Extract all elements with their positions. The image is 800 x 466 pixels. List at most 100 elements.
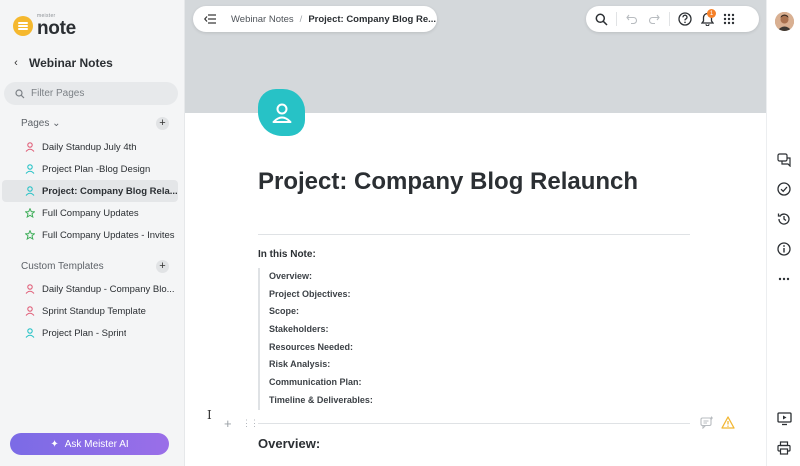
templates-label: Custom Templates — [21, 260, 104, 272]
sidebar-page-label: Project: Company Blog Rela... — [42, 185, 178, 197]
star-icon — [25, 208, 35, 218]
ai-search-icon: ✦ — [50, 438, 59, 450]
history-icon — [777, 213, 790, 225]
breadcrumb-bar: Webinar Notes / Project: Company Blog Re… — [193, 6, 437, 32]
toolbar-divider — [669, 12, 670, 26]
tasks-button[interactable] — [775, 180, 793, 198]
sidebar: meister note ‹ Webinar Notes Pages ⌄ + D… — [0, 0, 185, 466]
notification-badge: 1 — [707, 9, 716, 18]
chevron-left-icon[interactable]: ‹ — [9, 56, 23, 70]
check-circle-icon — [777, 182, 791, 196]
back-to-parent[interactable]: ‹ Webinar Notes — [9, 56, 113, 70]
drag-handle-icon[interactable]: ⋮⋮ — [242, 418, 259, 429]
info-icon — [777, 242, 791, 256]
filter-pages[interactable] — [4, 82, 178, 105]
sidebar-page-label: Daily Standup July 4th — [42, 141, 137, 153]
sidebar-template-item[interactable]: Sprint Standup Template — [2, 300, 178, 322]
apps-button[interactable] — [718, 8, 740, 30]
undo-icon — [626, 14, 637, 24]
help-button[interactable] — [674, 8, 696, 30]
templates-section: Custom Templates + Daily Standup - Compa… — [0, 258, 185, 344]
person-icon — [25, 142, 35, 152]
notifications-button[interactable]: 1 — [696, 8, 718, 30]
sidebar-page-item[interactable]: Daily Standup July 4th — [2, 136, 178, 158]
warning-icon[interactable] — [721, 416, 735, 434]
search-icon — [15, 88, 25, 98]
search-icon — [595, 13, 608, 26]
top-toolbar: 1 — [586, 6, 759, 32]
pages-section-toggle[interactable]: Pages ⌄ — [21, 118, 61, 129]
sidebar-page-item[interactable]: Full Company Updates - Invites — [2, 224, 178, 246]
divider — [258, 234, 690, 235]
sidebar-template-label: Project Plan - Sprint — [42, 327, 127, 339]
collapse-sidebar-icon[interactable] — [199, 10, 221, 28]
toc-item[interactable]: Risk Analysis: — [269, 356, 373, 374]
page-icon[interactable] — [258, 89, 305, 136]
section-heading[interactable]: Overview: — [258, 436, 320, 451]
breadcrumb-separator: / — [299, 13, 303, 25]
person-icon — [272, 103, 291, 123]
sidebar-template-item[interactable]: Daily Standup - Company Blo... — [2, 278, 178, 300]
undo-button[interactable] — [621, 8, 643, 30]
sidebar-template-label: Sprint Standup Template — [42, 305, 146, 317]
toc-item[interactable]: Scope: — [269, 303, 373, 321]
presentation-icon — [776, 412, 792, 426]
parent-title: Webinar Notes — [29, 56, 113, 70]
add-template-button[interactable]: + — [156, 259, 169, 273]
grid-icon — [723, 13, 735, 25]
sidebar-template-label: Daily Standup - Company Blo... — [42, 283, 175, 295]
more-horizontal-icon — [778, 277, 790, 281]
breadcrumb-current: Project: Company Blog Re... — [308, 13, 437, 25]
chevron-down-icon: ⌄ — [52, 117, 61, 129]
toc-item[interactable]: Communication Plan: — [269, 374, 373, 392]
sidebar-page-label: Project Plan -Blog Design — [42, 163, 151, 175]
add-page-button[interactable]: + — [156, 116, 169, 130]
text-cursor-icon: I — [207, 408, 212, 422]
comments-icon — [776, 153, 791, 167]
star-icon — [25, 230, 35, 240]
right-rail — [766, 0, 800, 466]
toolbar-divider — [616, 12, 617, 26]
table-of-contents: Overview: Project Objectives: Scope: Sta… — [258, 268, 373, 410]
divider — [258, 423, 690, 424]
ask-meister-ai-button[interactable]: ✦ Ask Meister AI — [10, 433, 169, 455]
redo-button[interactable] — [643, 8, 665, 30]
history-button[interactable] — [775, 210, 793, 228]
toc-item[interactable]: Timeline & Deliverables: — [269, 392, 373, 410]
toc-item[interactable]: Overview: — [269, 268, 373, 286]
toc-item[interactable]: Resources Needed: — [269, 339, 373, 357]
person-icon — [25, 284, 35, 294]
help-icon — [678, 12, 692, 26]
logo-name: note — [37, 18, 76, 39]
more-options-button[interactable] — [775, 270, 793, 288]
app-logo[interactable]: meister note — [13, 14, 76, 38]
search-button[interactable] — [590, 8, 612, 30]
person-icon — [25, 306, 35, 316]
sidebar-page-item-active[interactable]: Project: Company Blog Rela... — [2, 180, 178, 202]
toc-item[interactable]: Project Objectives: — [269, 286, 373, 304]
redo-icon — [649, 14, 660, 24]
info-button[interactable] — [775, 240, 793, 258]
note-logo-icon — [13, 16, 33, 36]
sidebar-page-label: Full Company Updates — [42, 207, 139, 219]
pages-label: Pages — [21, 117, 50, 129]
filter-pages-input[interactable] — [31, 88, 171, 99]
comments-button[interactable] — [775, 151, 793, 169]
toc-title: In this Note: — [258, 249, 316, 260]
sidebar-page-item[interactable]: Project Plan -Blog Design — [2, 158, 178, 180]
breadcrumb-parent[interactable]: Webinar Notes — [231, 14, 294, 25]
pages-section: Pages ⌄ + Daily Standup July 4th Project… — [0, 115, 185, 246]
present-button[interactable] — [775, 410, 793, 428]
sidebar-page-label: Full Company Updates - Invites — [42, 229, 175, 241]
toc-item[interactable]: Stakeholders: — [269, 321, 373, 339]
person-icon — [25, 186, 35, 196]
page-title[interactable]: Project: Company Blog Relaunch — [258, 168, 638, 196]
sidebar-template-item[interactable]: Project Plan - Sprint — [2, 322, 178, 344]
person-icon — [25, 164, 35, 174]
add-comment-icon[interactable] — [700, 416, 714, 434]
print-button[interactable] — [775, 439, 793, 457]
avatar[interactable] — [775, 12, 794, 31]
sidebar-page-item[interactable]: Full Company Updates — [2, 202, 178, 224]
add-block-icon[interactable]: + — [224, 416, 232, 431]
ask-ai-label: Ask Meister AI — [64, 438, 129, 450]
